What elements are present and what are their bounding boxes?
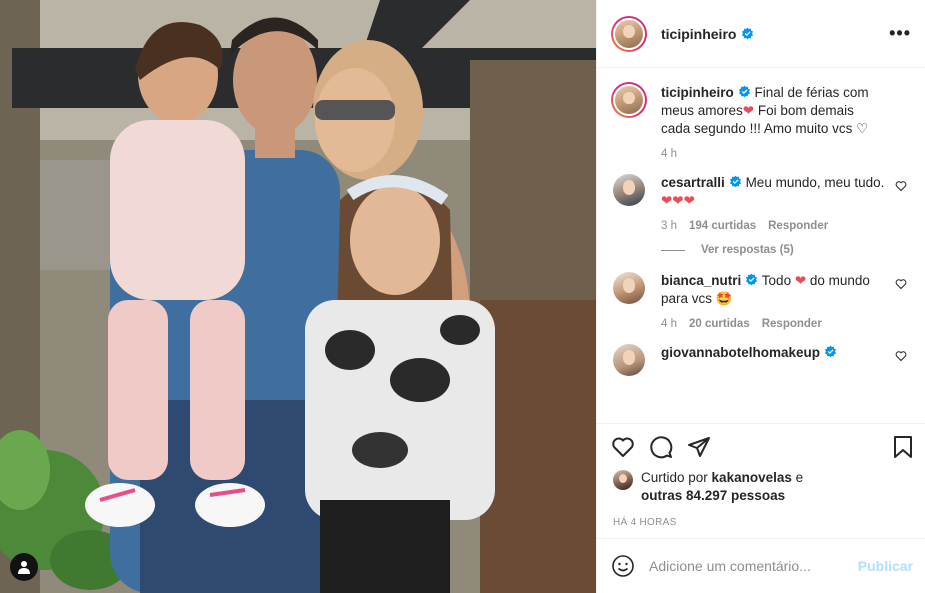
post-side-panel: ticipinheiro ••• ticipinheiro Final de f… [596,0,925,593]
liked-by: Curtido por kakanovelas e outras 84.297 … [597,469,925,505]
caption-time[interactable]: 4 h [661,148,677,160]
caption-username[interactable]: ticipinheiro [661,85,734,100]
liked-by-middle: e [791,470,804,485]
white-heart-emoji: ♡ [856,121,869,136]
reply-button[interactable]: Responder [768,220,828,232]
view-replies-label: Ver respostas (5) [701,244,794,256]
comment-item: cesartralli Meu mundo, meu tudo. ❤❤❤ 3 h… [613,174,909,232]
commenter-username[interactable]: bianca_nutri [661,273,741,288]
like-button[interactable] [611,435,635,459]
like-comment-heart-icon[interactable] [895,278,907,290]
replies-divider [661,249,685,251]
liked-by-text: Curtido por kakanovelas e outras 84.297 … [641,469,803,505]
paper-plane-icon [688,436,710,457]
red-heart-emoji: ❤ [794,273,807,288]
tagged-users-button[interactable] [10,553,38,581]
instagram-post-modal: ticipinheiro ••• ticipinheiro Final de f… [0,0,925,593]
like-comment-heart-icon[interactable] [895,350,907,362]
comment-button[interactable] [649,435,673,459]
comment-item: giovannabotelhomakeup [613,344,909,376]
view-replies-button[interactable]: Ver respostas (5) [661,244,909,256]
save-button[interactable] [891,435,915,459]
person-icon [18,561,30,574]
commenter-avatar[interactable] [613,174,645,206]
comment-body-text: Meu mundo, meu tudo. [745,175,885,190]
comment-meta: 3 h 194 curtidas Responder [661,220,885,232]
other-likes-count[interactable]: outras 84.297 pessoas [641,488,785,503]
commenter-username[interactable]: cesartralli [661,175,725,190]
comment-body-text: Todo [761,273,795,288]
story-ring[interactable] [611,15,647,52]
red-heart-emoji: ❤ [742,103,755,118]
commenter-avatar[interactable] [613,272,645,304]
liker-avatar[interactable] [613,470,633,490]
bookmark-icon [894,435,912,458]
post-header: ticipinheiro ••• [597,0,925,68]
verified-badge-icon [825,345,837,358]
star-struck-emoji: 🤩 [715,291,733,306]
caption-avatar-ring[interactable] [611,82,647,118]
like-comment-heart-icon[interactable] [895,180,907,192]
comment-time[interactable]: 4 h [661,318,677,330]
add-comment-bar: Publicar [597,538,925,593]
caption-meta: 4 h [661,148,885,160]
verified-badge-icon [738,85,750,98]
post-actions-bar [597,423,925,469]
publish-button[interactable]: Publicar [858,558,913,574]
comment-likes[interactable]: 20 curtidas [689,318,750,330]
post-timestamp[interactable]: HÁ 4 HORAS [597,505,925,538]
red-hearts-emoji: ❤❤❤ [661,193,695,208]
comment-bubble-icon [650,435,673,458]
verified-badge-icon [742,27,754,40]
comment-text: bianca_nutri Todo ❤ do mundo para vcs 🤩 [661,272,885,308]
family-photo [0,0,596,593]
heart-icon [612,437,634,457]
comment-item: bianca_nutri Todo ❤ do mundo para vcs 🤩 … [613,272,909,330]
reply-button[interactable]: Responder [762,318,822,330]
verified-badge-icon [729,175,741,188]
comments-list[interactable]: ticipinheiro Final de férias com meus am… [597,68,925,423]
post-photo[interactable] [0,0,596,593]
liked-by-prefix: Curtido por [641,470,712,485]
caption-avatar[interactable] [613,84,645,116]
post-caption: ticipinheiro Final de férias com meus am… [611,82,909,160]
more-options-icon[interactable]: ••• [889,23,911,44]
author-info: ticipinheiro [661,26,754,42]
verified-badge-icon [746,273,758,286]
comment-time[interactable]: 3 h [661,220,677,232]
author-avatar[interactable] [613,17,645,50]
comment-meta: 4 h 20 curtidas Responder [661,318,885,330]
caption-text: ticipinheiro Final de férias com meus am… [661,84,885,138]
liker-username[interactable]: kakanovelas [712,470,792,485]
comment-likes[interactable]: 194 curtidas [689,220,756,232]
commenter-avatar[interactable] [613,344,645,376]
author-username[interactable]: ticipinheiro [661,26,736,42]
commenter-username[interactable]: giovannabotelhomakeup [661,345,820,360]
comment-text: giovannabotelhomakeup [661,344,885,362]
comment-input[interactable] [649,558,858,574]
emoji-picker-button[interactable] [611,554,635,578]
smiley-icon [612,555,634,577]
comment-text: cesartralli Meu mundo, meu tudo. ❤❤❤ [661,174,885,210]
share-button[interactable] [687,435,711,459]
